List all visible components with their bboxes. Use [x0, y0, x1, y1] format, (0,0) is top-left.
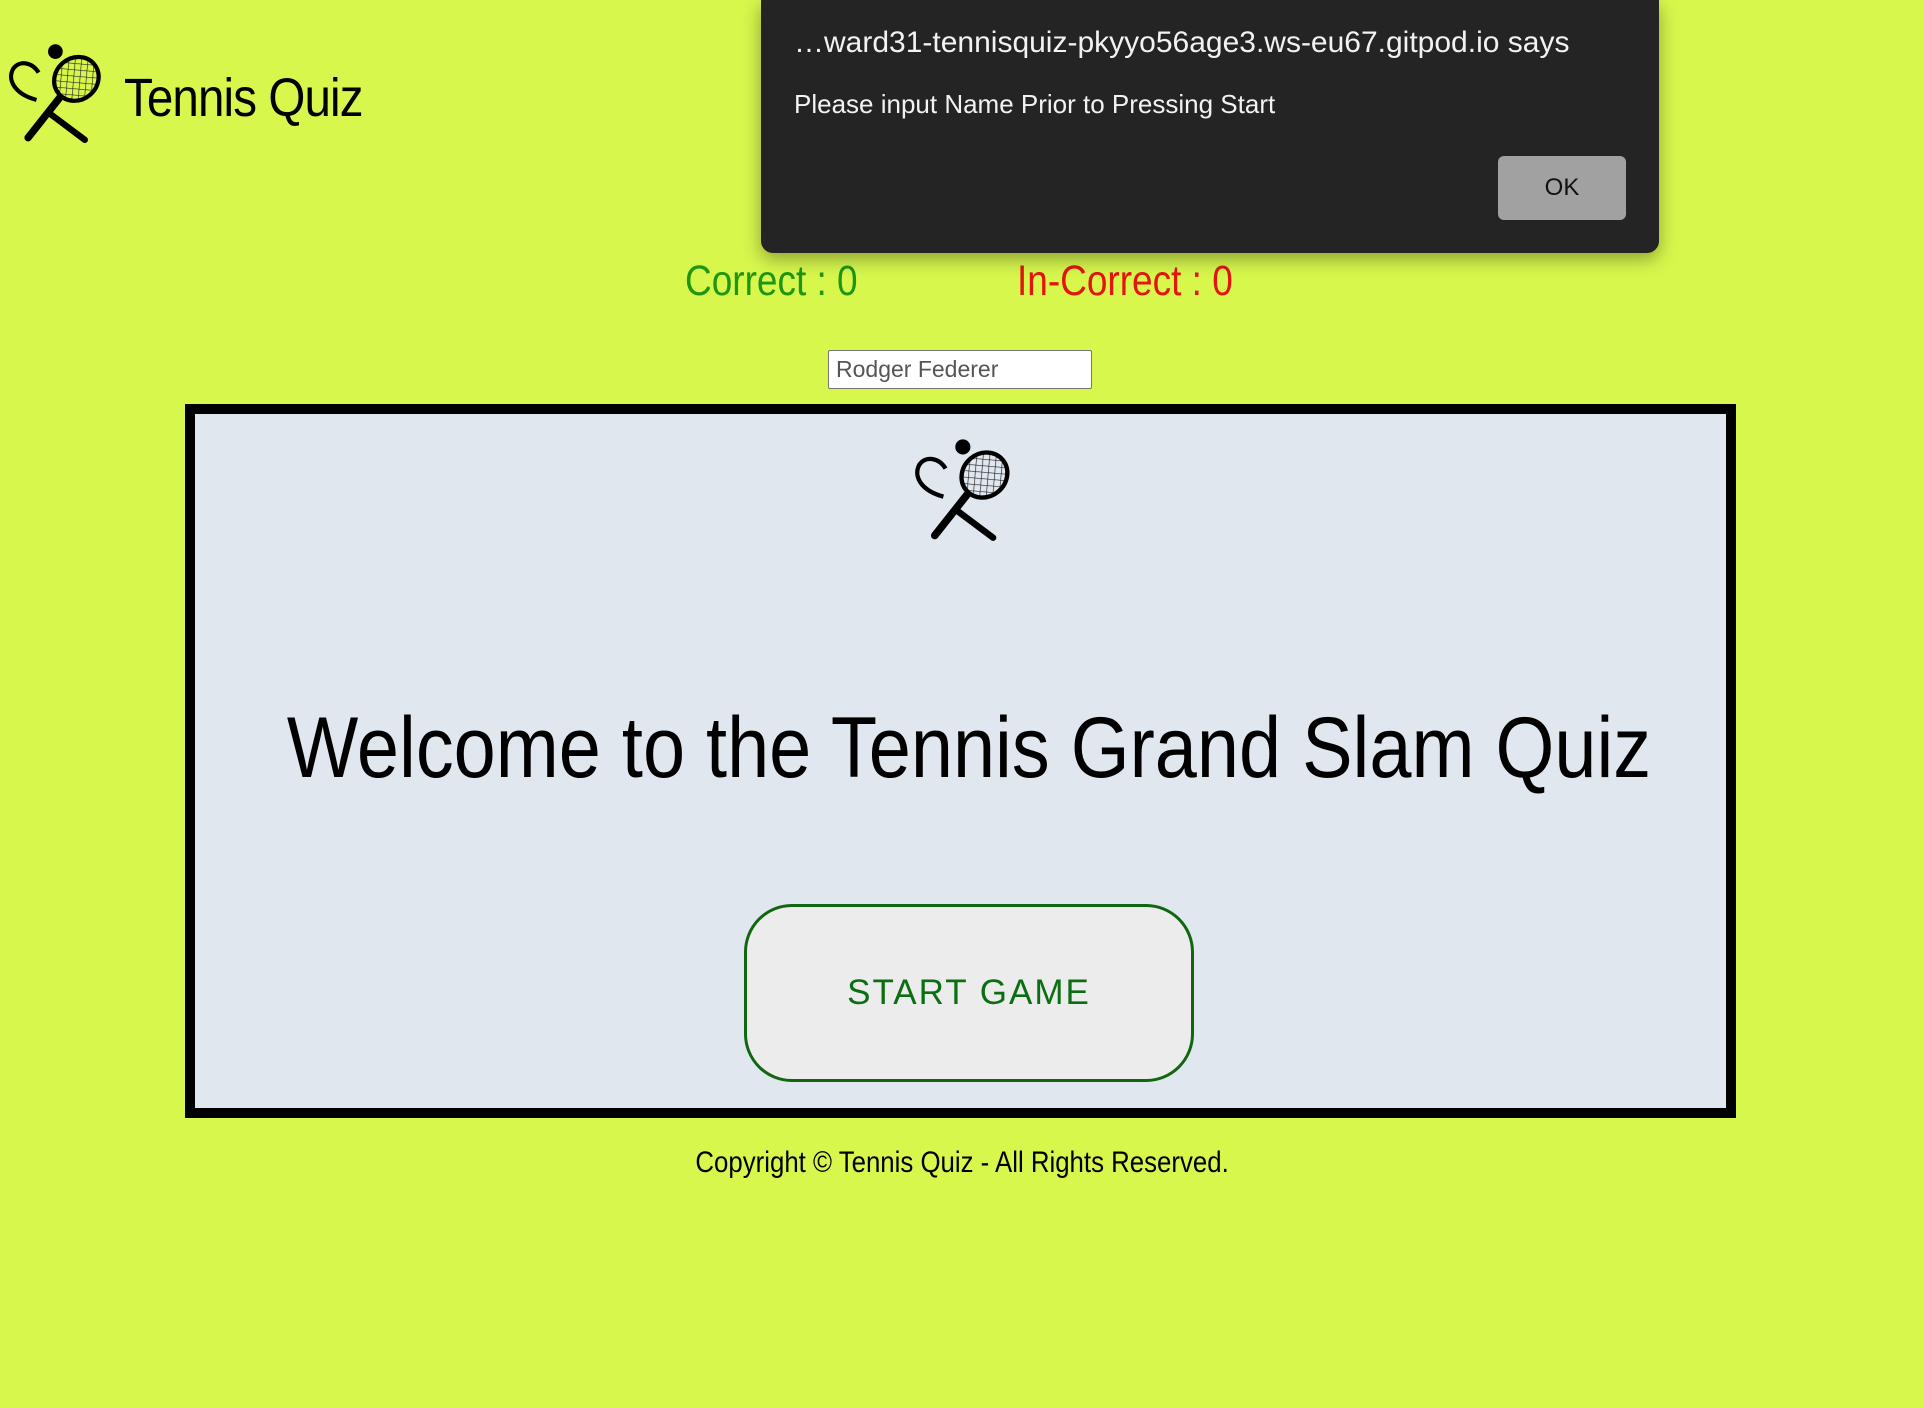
alert-message: Please input Name Prior to Pressing Star…: [794, 89, 1276, 119]
quiz-container: Welcome to the Tennis Grand Slam Quiz ST…: [185, 404, 1736, 1118]
incorrect-score: In-Correct : 0: [1017, 257, 1233, 305]
footer: Copyright © Tennis Quiz - All Rights Res…: [0, 1146, 1924, 1180]
copyright-text: Copyright © Tennis Quiz - All Rights Res…: [695, 1146, 1229, 1179]
tennis-racket-ball-icon: [9, 43, 101, 143]
welcome-heading: Welcome to the Tennis Grand Slam Quiz: [286, 700, 1652, 796]
alert-dialog: …ward31-tennisquiz-pkyyo56age3.ws-eu67.g…: [761, 0, 1659, 253]
correct-score: Correct : 0: [685, 257, 858, 305]
tennis-racket-ball-icon: [915, 439, 1010, 541]
site-title: Tennis Quiz: [124, 68, 363, 128]
site-header: Tennis Quiz: [5, 36, 395, 146]
alert-ok-button[interactable]: OK: [1498, 156, 1626, 220]
start-game-button[interactable]: START GAME: [744, 904, 1194, 1082]
alert-origin: …ward31-tennisquiz-pkyyo56age3.ws-eu67.g…: [794, 26, 1570, 59]
player-name-input[interactable]: [828, 350, 1092, 389]
